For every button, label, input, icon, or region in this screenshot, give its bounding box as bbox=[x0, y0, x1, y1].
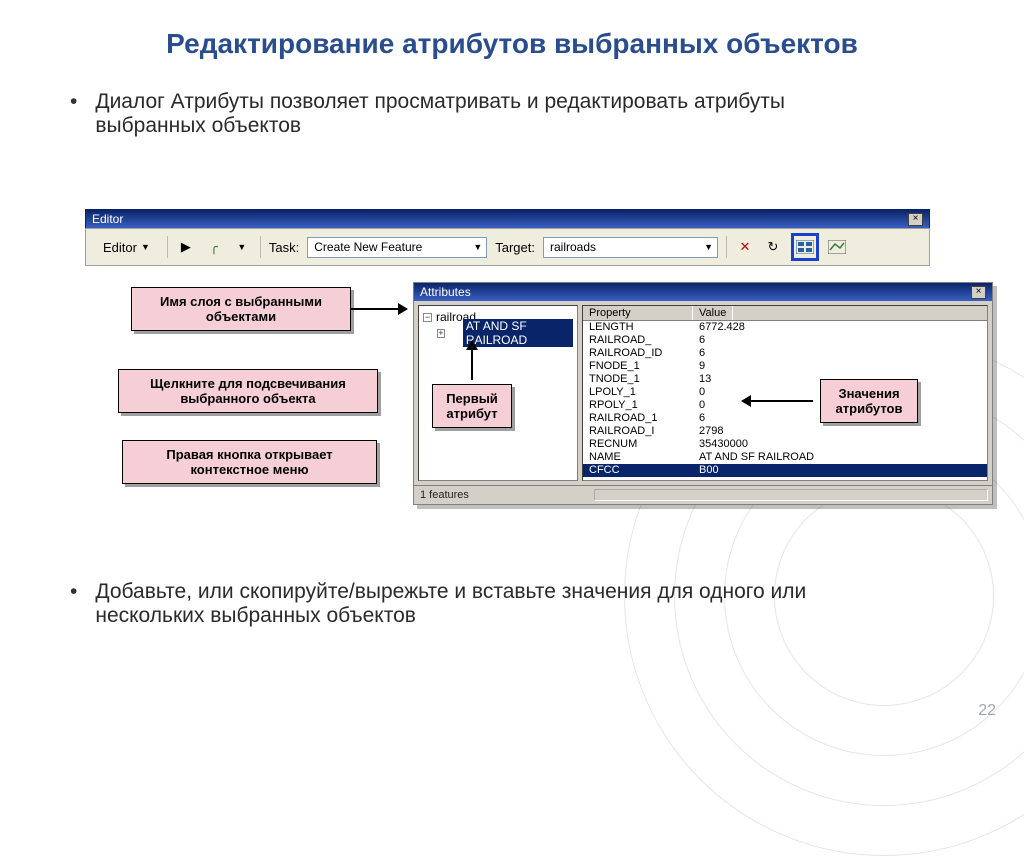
target-select[interactable]: railroads ▼ bbox=[543, 237, 718, 258]
header-property: Property bbox=[583, 306, 693, 320]
callout-first-attribute-l1: Первый bbox=[446, 391, 498, 406]
editor-title-text: Editor bbox=[92, 212, 123, 226]
callout-layer-name: Имя слоя с выбранными объектами bbox=[131, 287, 351, 331]
callout-first-attribute-l2: атрибут bbox=[446, 406, 497, 421]
bullet-1: •Диалог Атрибуты позволяет просматривать… bbox=[70, 90, 1024, 138]
callout-first-attribute: Первый атрибут bbox=[432, 384, 512, 428]
property-value[interactable]: 13 bbox=[693, 373, 711, 386]
chevron-down-icon[interactable]: ▼ bbox=[232, 237, 252, 257]
property-grid-header: Property Value bbox=[583, 306, 987, 321]
arrow-icon bbox=[351, 308, 404, 310]
editor-menu-label: Editor bbox=[103, 240, 137, 255]
chevron-down-icon: ▼ bbox=[704, 242, 713, 252]
editor-titlebar: Editor × bbox=[85, 209, 930, 228]
property-value[interactable]: 6772.428 bbox=[693, 321, 745, 334]
property-value[interactable]: AT AND SF RAILROAD bbox=[693, 451, 814, 464]
property-name: TNODE_1 bbox=[583, 373, 693, 386]
editor-toolbar: Editor × Editor ▼ ▶ ╭ ▼ Task: Create New… bbox=[85, 209, 930, 266]
split-tool-icon[interactable]: ✕ bbox=[735, 237, 755, 257]
bullet-2: •Добавьте, или скопируйте/вырежьте и вст… bbox=[70, 580, 890, 628]
callout-attr-values: Значения атрибутов bbox=[820, 379, 918, 423]
target-select-value: railroads bbox=[550, 240, 596, 254]
property-row[interactable]: RECNUM35430000 bbox=[583, 438, 987, 451]
editor-menu-button[interactable]: Editor ▼ bbox=[94, 237, 159, 258]
sketch-tool-icon[interactable]: ╭ bbox=[204, 237, 224, 257]
task-select[interactable]: Create New Feature ▼ bbox=[307, 237, 487, 258]
property-value[interactable]: 0 bbox=[693, 399, 705, 412]
property-row[interactable]: CFCCB00 bbox=[583, 464, 987, 477]
callout-context-menu: Правая кнопка открывает контекстное меню bbox=[122, 440, 377, 484]
property-value[interactable]: 6 bbox=[693, 334, 705, 347]
chevron-down-icon: ▼ bbox=[473, 242, 482, 252]
property-name: RAILROAD_1 bbox=[583, 412, 693, 425]
property-name: RAILROAD_I bbox=[583, 425, 693, 438]
callout-highlight-object: Щелкните для подсвечивания выбранного об… bbox=[118, 369, 378, 413]
property-name: FNODE_1 bbox=[583, 360, 693, 373]
rotate-tool-icon[interactable]: ↻ bbox=[763, 237, 783, 257]
page-number: 22 bbox=[978, 702, 996, 720]
collapse-icon[interactable]: − bbox=[423, 313, 432, 322]
property-name: LENGTH bbox=[583, 321, 693, 334]
attributes-button[interactable] bbox=[795, 237, 815, 257]
property-value[interactable]: 2798 bbox=[693, 425, 723, 438]
property-row[interactable]: RAILROAD_ID6 bbox=[583, 347, 987, 360]
property-name: CFCC bbox=[583, 464, 693, 477]
property-name: LPOLY_1 bbox=[583, 386, 693, 399]
expand-icon[interactable]: + bbox=[437, 329, 445, 338]
arrow-icon bbox=[471, 344, 473, 380]
property-row[interactable]: TNODE_113 bbox=[583, 373, 987, 386]
bullet-1-text: Диалог Атрибуты позволяет просматривать … bbox=[95, 90, 890, 138]
close-icon[interactable]: × bbox=[908, 213, 923, 226]
property-value[interactable]: 9 bbox=[693, 360, 705, 373]
task-label: Task: bbox=[269, 240, 299, 255]
property-value[interactable]: 35430000 bbox=[693, 438, 748, 451]
property-row[interactable]: LENGTH6772.428 bbox=[583, 321, 987, 334]
close-icon[interactable]: × bbox=[971, 286, 986, 299]
callout-attr-values-l2: атрибутов bbox=[836, 401, 903, 416]
attributes-button-highlight bbox=[791, 233, 819, 261]
attributes-titlebar: Attributes × bbox=[414, 283, 992, 301]
property-value[interactable]: 6 bbox=[693, 347, 705, 360]
attributes-statusbar: 1 features bbox=[414, 485, 992, 504]
property-name: RECNUM bbox=[583, 438, 693, 451]
property-grid[interactable]: Property Value LENGTH6772.428RAILROAD_6R… bbox=[582, 305, 988, 481]
chevron-down-icon: ▼ bbox=[141, 242, 150, 252]
property-row[interactable]: RAILROAD_6 bbox=[583, 334, 987, 347]
property-value[interactable]: 6 bbox=[693, 412, 705, 425]
arrow-icon bbox=[745, 400, 813, 402]
target-label: Target: bbox=[495, 240, 535, 255]
bullet-2-text: Добавьте, или скопируйте/вырежьте и вста… bbox=[95, 580, 890, 628]
property-name: RAILROAD_ bbox=[583, 334, 693, 347]
slide-title: Редактирование атрибутов выбранных объек… bbox=[0, 28, 1024, 60]
property-value[interactable]: 0 bbox=[693, 386, 705, 399]
property-row[interactable]: RAILROAD_16 bbox=[583, 412, 987, 425]
property-row[interactable]: FNODE_19 bbox=[583, 360, 987, 373]
property-name: RPOLY_1 bbox=[583, 399, 693, 412]
play-icon[interactable]: ▶ bbox=[176, 237, 196, 257]
attributes-title-text: Attributes bbox=[420, 285, 471, 299]
property-row[interactable]: NAMEAT AND SF RAILROAD bbox=[583, 451, 987, 464]
property-value[interactable]: B00 bbox=[693, 464, 719, 477]
property-name: RAILROAD_ID bbox=[583, 347, 693, 360]
header-value: Value bbox=[693, 306, 733, 320]
property-row[interactable]: RAILROAD_I2798 bbox=[583, 425, 987, 438]
callout-attr-values-l1: Значения bbox=[838, 386, 899, 401]
property-name: NAME bbox=[583, 451, 693, 464]
property-row[interactable]: LPOLY_10 bbox=[583, 386, 987, 399]
task-select-value: Create New Feature bbox=[314, 240, 422, 254]
tree-selected-item[interactable]: AT AND SF RAILROAD bbox=[463, 319, 573, 347]
sketch-properties-icon[interactable] bbox=[827, 237, 847, 257]
